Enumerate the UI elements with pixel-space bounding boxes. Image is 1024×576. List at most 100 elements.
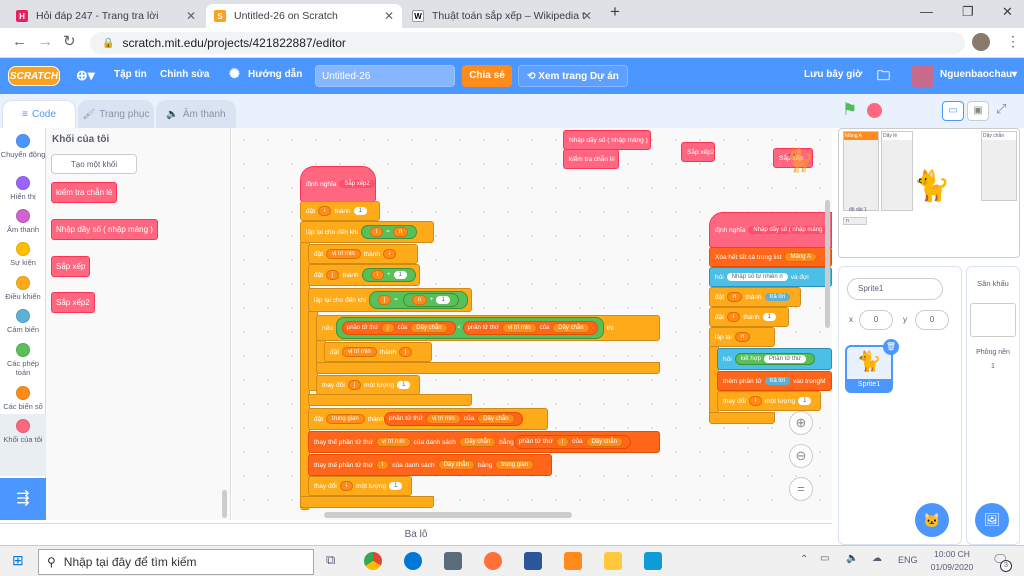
answer-reporter[interactable]: trả lời: [764, 377, 790, 385]
y-input[interactable]: 0: [915, 310, 949, 330]
list-dropdown[interactable]: Dãy chẵn: [437, 460, 475, 470]
list-dropdown[interactable]: Dãy chẵn: [585, 437, 623, 447]
set-j-block[interactable]: đặt j thành i +1: [308, 264, 420, 286]
window-close-icon[interactable]: ✕: [1002, 4, 1013, 20]
my-stuff-folder-icon[interactable]: 🗀: [877, 67, 890, 89]
backpack[interactable]: Ba lô: [0, 523, 832, 545]
clock[interactable]: 10:00 CH 01/09/2020: [926, 548, 978, 574]
item-of-reporter[interactable]: phần tử thứ j của Dãy chẵn: [341, 321, 456, 335]
define-block-nhap[interactable]: định nghĩa Nhập dãy số ( nhập mảng: [709, 212, 832, 248]
equals-operator[interactable]: i = n: [361, 225, 418, 239]
network-icon[interactable]: ☁: [872, 553, 882, 564]
replace-item-block-1[interactable]: thay thế phần tử thứ vị trí min của danh s…: [308, 431, 660, 453]
share-button[interactable]: Chia sẻ: [462, 65, 512, 87]
list-dropdown[interactable]: Dãy chẵn: [477, 414, 515, 424]
browser-tab-wikipedia[interactable]: W Thuật toán sắp xếp – Wikipedia t ✕: [404, 4, 600, 28]
equals-operator[interactable]: j = n +1: [369, 291, 468, 309]
green-flag-icon[interactable]: ⚑: [842, 100, 857, 120]
category-events[interactable]: Sự kiện: [0, 242, 46, 267]
account-chevron-down-icon[interactable]: ▾: [1012, 69, 1017, 80]
var-dropdown[interactable]: n: [727, 292, 743, 302]
sublime-icon[interactable]: [564, 552, 582, 570]
change-i-block[interactable]: thay đổi i một lượng 1: [308, 476, 412, 496]
value-input[interactable]: 1: [762, 313, 777, 321]
tab-sounds[interactable]: 🔈 Âm thanh: [156, 100, 236, 128]
value-input[interactable]: 1: [436, 296, 450, 304]
back-arrow-icon[interactable]: ←: [12, 33, 27, 50]
set-n-block[interactable]: đặt n thành trả lời: [709, 287, 801, 307]
forward-arrow-icon[interactable]: →: [38, 33, 53, 50]
ask-and-wait-block[interactable]: hỏi Nhập số tự nhiên n và đợi: [709, 267, 832, 287]
palette-block-nhap-day-so[interactable]: Nhập dãy số ( nhập mảng ): [51, 219, 158, 240]
set-vitrimin2-block[interactable]: đặt vị trí min thành j: [324, 342, 432, 362]
calculator-icon[interactable]: [444, 552, 462, 570]
var-reporter[interactable]: trung gian: [495, 460, 535, 470]
new-tab-plus-icon[interactable]: +: [610, 2, 620, 22]
category-control[interactable]: Điều khiển: [0, 276, 46, 301]
list-dropdown[interactable]: Dãy chẵn: [458, 437, 497, 447]
repeat-until-block[interactable]: lặp lại cho đến khi i = n: [300, 221, 434, 243]
palette-scrollbar[interactable]: [222, 490, 227, 518]
file-explorer-icon[interactable]: [604, 552, 622, 570]
item-of-reporter[interactable]: phần tử thứ vị trí min của Dãy chẵn: [462, 321, 598, 335]
item-of-reporter[interactable]: phần tử thứ i của Dãy chẵn: [513, 435, 631, 449]
join-operator[interactable]: kết hợp Phần tử thứ: [734, 353, 816, 365]
scratch-logo[interactable]: SCRATCH: [8, 66, 60, 86]
var-dropdown[interactable]: vị trí min: [342, 347, 377, 357]
var-dropdown[interactable]: i: [748, 396, 763, 406]
var-dropdown[interactable]: j: [347, 380, 362, 390]
ask-join-block[interactable]: hỏi kết hợp Phần tử thứ: [717, 348, 832, 370]
add-to-list-block[interactable]: thêm phần tử trả lời vào trong M: [717, 371, 832, 391]
small-stage-icon[interactable]: ▭: [942, 101, 964, 121]
taskbar-search-box[interactable]: ⚲ Nhập tại đây để tìm kiếm: [38, 549, 314, 575]
x-input[interactable]: 0: [859, 310, 893, 330]
close-icon[interactable]: ✕: [582, 9, 592, 23]
restore-icon[interactable]: ❐: [962, 4, 974, 20]
list-dropdown[interactable]: Dãy chẵn: [410, 323, 448, 333]
category-variables[interactable]: Các biến số: [0, 386, 46, 411]
add-extension-button[interactable]: ⇶: [0, 478, 46, 520]
make-a-block-button[interactable]: Tạo một khối: [51, 154, 137, 174]
set-i-block[interactable]: đặt i thành 1: [300, 201, 380, 221]
user-avatar[interactable]: [912, 65, 934, 87]
zoom-out-button[interactable]: ⊖: [789, 444, 813, 468]
fullscreen-icon[interactable]: ⤢: [996, 101, 1006, 117]
palette-block-kiem-tra[interactable]: kiểm tra chẵn lẻ: [51, 182, 118, 203]
menu-file[interactable]: Tập tin: [114, 69, 147, 80]
replace-item-block-2[interactable]: thay thế phần tử thứ i của danh sách Dãy ch…: [308, 454, 552, 476]
set-vitrimin-block[interactable]: đặt vị trí min thành i: [308, 244, 418, 264]
url-bar[interactable]: 🔒 scratch.mit.edu/projects/421822887/edi…: [90, 32, 965, 54]
add-operator[interactable]: i +1: [361, 268, 416, 282]
change-j-block[interactable]: thay đổi j một lượng 1: [316, 375, 420, 395]
var-dropdown[interactable]: i: [727, 312, 741, 322]
zoom-reset-button[interactable]: =: [789, 477, 813, 501]
palette-block-sap-xep2[interactable]: Sắp xếp2: [51, 292, 95, 313]
define-block-sap-xep2[interactable]: định nghĩa Sắp xếp2: [300, 166, 376, 202]
set-trunggian-block[interactable]: đặt trung gian thành phần tử thứ vị trí min…: [308, 408, 548, 430]
browser-tab-scratch[interactable]: S Untitled-26 on Scratch ✕: [206, 4, 402, 28]
cat-sprite[interactable]: 🐈: [913, 169, 950, 204]
var-reporter[interactable]: j: [399, 347, 413, 357]
close-icon[interactable]: ✕: [186, 9, 196, 23]
var-dropdown[interactable]: vị trí min: [326, 249, 361, 259]
answer-reporter[interactable]: trả lời: [764, 293, 790, 301]
repeat-n-block[interactable]: lặp lại n: [709, 327, 775, 347]
value-input[interactable]: 1: [393, 271, 407, 279]
skype-icon[interactable]: [644, 552, 662, 570]
code-workspace[interactable]: Nhập dãy số ( nhập mảng ) kiểm tra chẵn …: [232, 128, 832, 520]
var-dropdown[interactable]: j: [326, 270, 340, 280]
firefox-icon[interactable]: [484, 552, 502, 570]
project-title-input[interactable]: Untitled-26: [315, 65, 455, 87]
browser-tab-hoidap[interactable]: H Hỏi đáp 247 - Trang tra lời ✕: [8, 4, 204, 28]
see-project-page-button[interactable]: ⟲ Xem trang Dự án: [518, 65, 628, 87]
if-block[interactable]: nếu phần tử thứ j của Dãy chẵn < phần tử th…: [316, 315, 660, 341]
language-globe-icon[interactable]: ⊕▾: [76, 67, 95, 84]
add-operator[interactable]: n +1: [402, 293, 459, 307]
tab-code[interactable]: ≡ Code: [2, 100, 76, 128]
save-now-link[interactable]: Lưu bây giờ: [804, 69, 862, 80]
floating-call-sap-xep2[interactable]: Sắp xếp2: [681, 142, 715, 162]
change-i2-block[interactable]: thay đổi i một lượng 1: [717, 391, 821, 411]
backdrop-thumbnail[interactable]: [970, 303, 1016, 337]
stop-icon[interactable]: [867, 103, 882, 118]
stage-canvas[interactable]: Mảng A Dãy lẻ Dãy chẵn độ dài 1 n 🐈: [838, 128, 1020, 258]
